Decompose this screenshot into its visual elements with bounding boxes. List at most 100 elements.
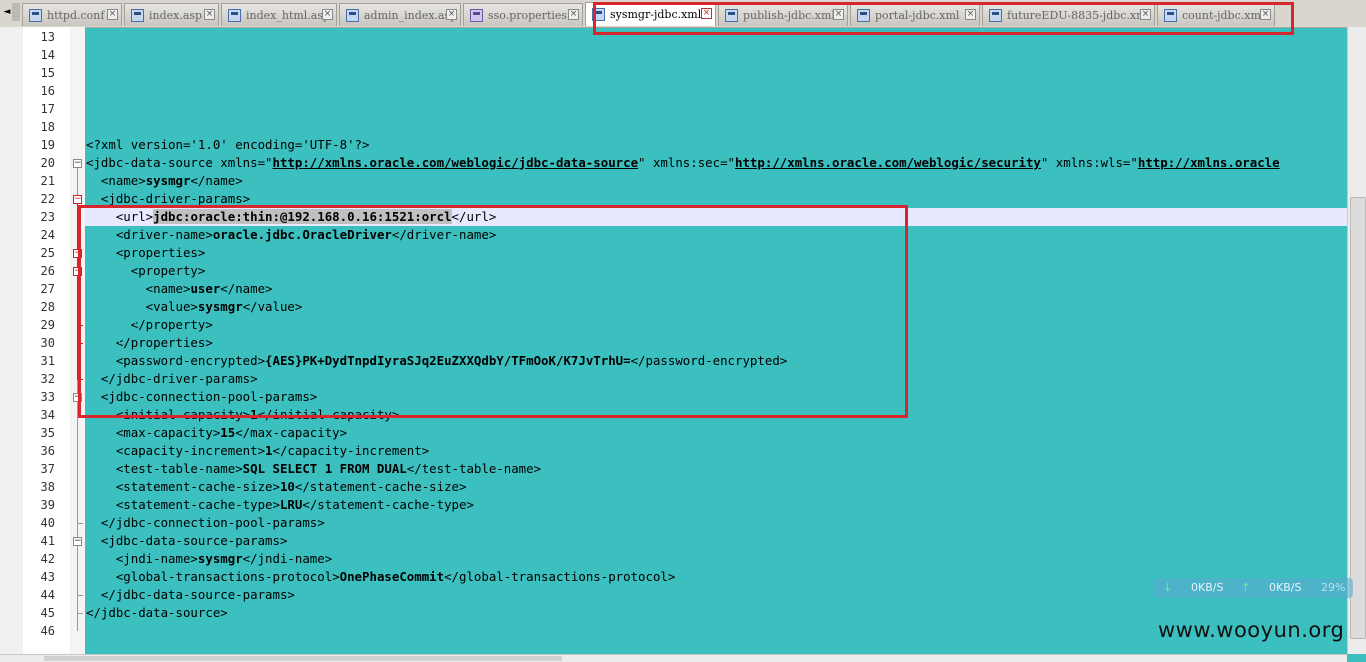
cpu-percent: 29% xyxy=(1321,581,1346,594)
line-number: 33 xyxy=(40,390,55,404)
tab-label: sso.properties xyxy=(488,9,568,22)
line-number: 43 xyxy=(40,570,55,584)
tab-close-icon[interactable]: × xyxy=(446,9,457,20)
line-number: 26 xyxy=(40,264,55,278)
line-number: 34 xyxy=(40,408,55,422)
download-speed: 0KB/S xyxy=(1191,581,1224,594)
line-number: 38 xyxy=(40,480,55,494)
tab-label: admin_index.asp xyxy=(364,9,458,22)
code-line[interactable]: 37 <test-table-name>SQL SELECT 1 FROM DU… xyxy=(0,460,1347,478)
code-line[interactable]: 39 <statement-cache-type>LRU</statement-… xyxy=(0,496,1347,514)
tab-label: index.asp xyxy=(149,9,203,22)
download-arrow-icon: ↓ xyxy=(1163,581,1173,594)
line-number: 29 xyxy=(40,318,55,332)
code-line[interactable]: 15 xyxy=(0,64,1347,82)
code-line[interactable]: 43 <global-transactions-protocol>OnePhas… xyxy=(0,568,1347,586)
watermark: www.wooyun.org xyxy=(1158,618,1345,642)
code-line[interactable]: 14 xyxy=(0,46,1347,64)
vertical-scroll-thumb[interactable] xyxy=(1350,197,1366,639)
code-line[interactable]: 38 <statement-cache-size>10</statement-c… xyxy=(0,478,1347,496)
code-text: <max-capacity>15</max-capacity> xyxy=(86,425,348,440)
fold-toggle-icon[interactable]: − xyxy=(73,537,82,546)
line-number: 22 xyxy=(40,192,55,206)
fold-toggle-icon[interactable]: − xyxy=(73,159,82,168)
tab-label: index_html.asp xyxy=(246,9,331,22)
code-text: <jdbc-data-source-params> xyxy=(86,533,288,548)
highlight-box-driver-params xyxy=(78,205,908,418)
code-editor[interactable]: 13 14 15 16 17 18 19 <?xml version='1.0' encodi… xyxy=(0,27,1347,654)
code-text: <jdbc-data-source xmlns="http://xmlns.or… xyxy=(86,155,1280,170)
code-line[interactable]: 18 xyxy=(0,118,1347,136)
code-text: </jdbc-data-source> xyxy=(86,605,228,620)
line-number: 21 xyxy=(40,174,55,188)
netspeed-widget: ↓ 0KB/S ↑ 0KB/S 29% xyxy=(1153,578,1353,598)
line-number: 15 xyxy=(40,66,55,80)
line-number: 45 xyxy=(40,606,55,620)
code-text: </jdbc-connection-pool-params> xyxy=(86,515,325,530)
code-line[interactable]: 46 xyxy=(0,622,1347,640)
code-line[interactable]: 16 xyxy=(0,82,1347,100)
horizontal-scroll-thumb[interactable] xyxy=(44,656,562,661)
fold-end-marker xyxy=(77,613,83,614)
tab-index-asp[interactable]: index.asp × xyxy=(124,3,219,26)
line-number: 25 xyxy=(40,246,55,260)
line-number: 20 xyxy=(40,156,55,170)
line-number: 39 xyxy=(40,498,55,512)
tab-close-icon[interactable]: × xyxy=(107,9,118,20)
tab-sso-properties[interactable]: sso.properties × xyxy=(463,3,583,26)
tab-close-icon[interactable]: × xyxy=(322,9,333,20)
line-number: 36 xyxy=(40,444,55,458)
code-line[interactable]: 20 <jdbc-data-source xmlns="http://xmlns.… xyxy=(0,154,1347,172)
line-number: 28 xyxy=(40,300,55,314)
tab-close-icon[interactable]: × xyxy=(204,9,215,20)
code-line[interactable]: 45 </jdbc-data-source> xyxy=(0,604,1347,622)
line-number: 35 xyxy=(40,426,55,440)
line-number: 31 xyxy=(40,354,55,368)
code-line[interactable]: 17 xyxy=(0,100,1347,118)
code-text: <statement-cache-type>LRU</statement-cac… xyxy=(86,497,474,512)
tab-label: httpd.conf xyxy=(47,9,105,22)
line-number: 41 xyxy=(40,534,55,548)
code-line[interactable]: 40 </jdbc-connection-pool-params> xyxy=(0,514,1347,532)
upload-speed: 0KB/S xyxy=(1269,581,1302,594)
code-line[interactable]: 19 <?xml version='1.0' encoding='UTF-8'?> xyxy=(0,136,1347,154)
line-number: 40 xyxy=(40,516,55,530)
file-icon xyxy=(131,9,144,22)
vertical-scrollbar[interactable] xyxy=(1347,27,1366,654)
tab-bar: ◄ httpd.conf × index.asp × index_html.asp × ad… xyxy=(0,0,1366,35)
line-number: 44 xyxy=(40,588,55,602)
code-line[interactable]: 21 <name>sysmgr</name> xyxy=(0,172,1347,190)
line-number: 14 xyxy=(40,48,55,62)
line-number: 27 xyxy=(40,282,55,296)
code-line[interactable]: 42 <jndi-name>sysmgr</jndi-name> xyxy=(0,550,1347,568)
fold-end-marker xyxy=(77,595,83,596)
line-number: 18 xyxy=(40,120,55,134)
code-text: <capacity-increment>1</capacity-incremen… xyxy=(86,443,430,458)
code-text: <name>sysmgr</name> xyxy=(86,173,243,188)
fold-toggle-icon[interactable]: − xyxy=(73,195,82,204)
code-line[interactable]: 41 <jdbc-data-source-params> xyxy=(0,532,1347,550)
line-number: 17 xyxy=(40,102,55,116)
line-number: 32 xyxy=(40,372,55,386)
file-icon xyxy=(228,9,241,22)
code-line[interactable]: 13 xyxy=(0,28,1347,46)
line-number: 37 xyxy=(40,462,55,476)
tab-scroll-left-icon[interactable]: ◄ xyxy=(2,3,12,21)
code-line[interactable]: 36 <capacity-increment>1</capacity-incre… xyxy=(0,442,1347,460)
tab-index-html-asp[interactable]: index_html.asp × xyxy=(221,3,337,26)
code-text: </jdbc-data-source-params> xyxy=(86,587,295,602)
code-text: <jndi-name>sysmgr</jndi-name> xyxy=(86,551,333,566)
code-text: <test-table-name>SQL SELECT 1 FROM DUAL<… xyxy=(86,461,542,476)
code-line[interactable]: 35 <max-capacity>15</max-capacity> xyxy=(0,424,1347,442)
code-line[interactable]: 44 </jdbc-data-source-params> xyxy=(0,586,1347,604)
tab-close-icon[interactable]: × xyxy=(568,9,579,20)
tab-splitter xyxy=(12,3,20,21)
line-number: 42 xyxy=(40,552,55,566)
code-text: <statement-cache-size>10</statement-cach… xyxy=(86,479,467,494)
code-text: <?xml version='1.0' encoding='UTF-8'?> xyxy=(86,137,370,152)
tab-httpd-conf[interactable]: httpd.conf × xyxy=(22,3,122,26)
tab-admin-index-asp[interactable]: admin_index.asp × xyxy=(339,3,461,26)
line-number: 23 xyxy=(40,210,55,224)
upload-arrow-icon: ↑ xyxy=(1241,581,1251,594)
fold-end-marker xyxy=(77,523,83,524)
